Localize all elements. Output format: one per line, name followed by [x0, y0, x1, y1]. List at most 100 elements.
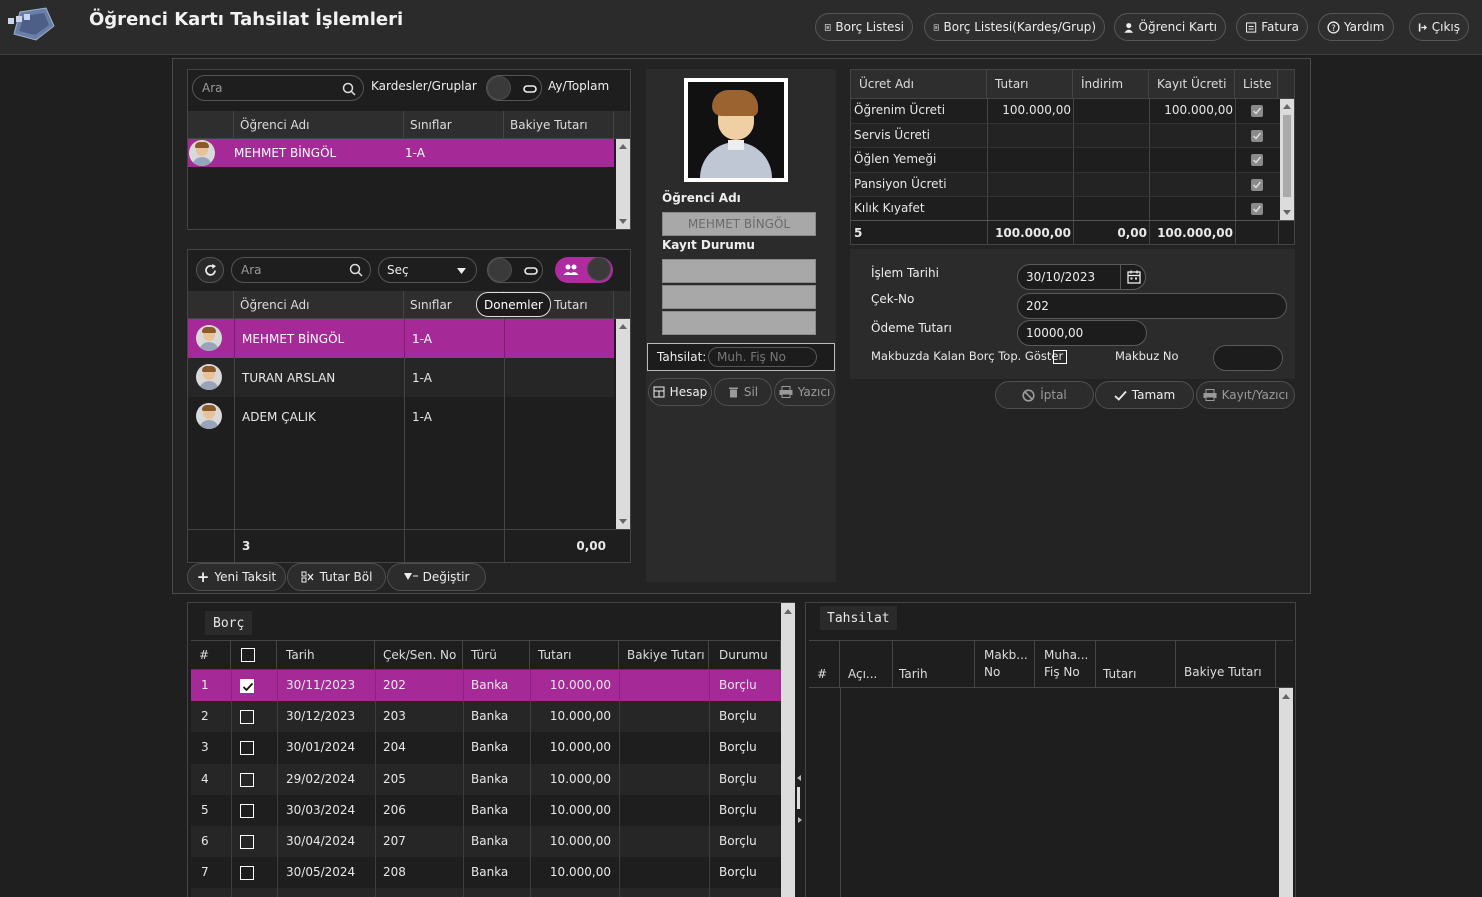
debt-row-checkbox[interactable] — [240, 866, 254, 881]
col-fee-registration[interactable]: Kayıt Ücreti — [1149, 70, 1235, 98]
col-type[interactable]: Türü — [463, 641, 530, 669]
student-search-input[interactable]: Ara — [231, 257, 371, 283]
student-card-button[interactable]: Öğrenci Kartı — [1114, 13, 1226, 41]
col-date[interactable]: Tarih — [277, 641, 375, 669]
calculator-icon — [653, 386, 665, 398]
table-row[interactable]: MEHMET BİNGÖL 1-A — [188, 319, 614, 358]
splitter-handle[interactable] — [797, 775, 802, 825]
fee-list-checkbox[interactable] — [1251, 154, 1263, 166]
debt-row-checkbox[interactable] — [240, 835, 254, 849]
table-row[interactable]: MEHMET BİNGÖL 1-A — [188, 139, 614, 167]
exit-button[interactable]: Çıkış — [1409, 13, 1469, 41]
fee-row[interactable]: Öğrenim Ücreti 100.000,00 100.000,00 — [851, 99, 1280, 124]
debt-row-checkbox[interactable] — [240, 710, 254, 725]
col-fee-name[interactable]: Ücret Adı — [851, 70, 987, 98]
fee-name: Öğlen Yemeği — [854, 152, 937, 166]
col-balance[interactable]: Bakiye Tutarı — [1176, 641, 1276, 687]
col-student-name[interactable]: Öğrenci Adı — [234, 111, 404, 138]
col-no[interactable]: # — [191, 641, 231, 669]
col-date[interactable]: Tarih — [893, 641, 975, 687]
col-class[interactable]: Sınıflar — [404, 111, 504, 138]
split-amount-button[interactable]: Tutar Böl — [287, 563, 386, 591]
fees-scrollbar[interactable] — [1280, 99, 1294, 220]
col-no[interactable]: # — [809, 641, 840, 687]
new-installment-button[interactable]: + Yeni Taksit — [187, 563, 286, 591]
col-voucher-no[interactable]: Muha... Fiş No — [1035, 641, 1096, 687]
check-no-input[interactable]: 202 — [1017, 293, 1287, 319]
debt-list-label: Borç Listesi — [835, 20, 904, 34]
debt-row-checkbox[interactable] — [240, 679, 254, 693]
table-row[interactable]: TURAN ARSLAN 1-A — [188, 358, 614, 397]
change-label: Değiştir — [422, 570, 470, 584]
col-amount[interactable]: Tutarı — [530, 641, 619, 669]
delete-button[interactable]: Sil — [714, 378, 772, 406]
col-balance[interactable]: Bakiye Tutarı — [619, 641, 709, 669]
tahsilat-box: Tahsilat: Muh. Fiş No — [647, 343, 835, 371]
period-select[interactable]: Seç — [378, 257, 477, 283]
select-all-checkbox[interactable] — [241, 648, 255, 662]
ok-button[interactable]: Tamam — [1095, 381, 1194, 409]
table-row[interactable]: 2 30/12/2023 203 Banka 10.000,00 Borçlu — [191, 701, 781, 733]
family-scrollbar[interactable] — [616, 139, 630, 229]
col-status[interactable]: Durumu — [709, 641, 781, 669]
payment-amount-input[interactable]: 10000,00 — [1017, 320, 1147, 346]
student-name-field: MEHMET BİNGÖL — [662, 212, 816, 236]
debt-panel: Borç # Tarih Çek/Sen. No Türü Tutarı Bak… — [187, 602, 795, 897]
fee-list-checkbox[interactable] — [1251, 203, 1263, 215]
col-check-no[interactable]: Çek/Sen. No — [375, 641, 463, 669]
student-scrollbar[interactable] — [616, 319, 630, 529]
col-student-name[interactable]: Öğrenci Adı — [234, 291, 404, 318]
debt-list-group-button[interactable]: Borç Listesi(Kardeş/Grup) — [924, 13, 1105, 41]
title-bar: Öğrenci Kartı Tahsilat İşlemleri Borç Li… — [0, 0, 1482, 55]
save-print-button[interactable]: Kayıt/Yazıcı — [1196, 381, 1295, 409]
debt-row-checkbox[interactable] — [240, 803, 254, 818]
show-remaining-checkbox[interactable] — [1053, 350, 1067, 364]
col-fee-list[interactable]: Liste — [1235, 70, 1278, 98]
col-receipt-no[interactable]: Makb... No — [975, 641, 1035, 687]
receipt-no-input[interactable]: Muh. Fiş No — [708, 347, 817, 367]
table-row[interactable]: ADEM ÇALIK 1-A — [188, 397, 614, 436]
invoice-button[interactable]: Fatura — [1236, 13, 1308, 41]
periods-toggle[interactable] — [487, 257, 543, 283]
col-select[interactable] — [231, 641, 277, 669]
col-balance[interactable]: Bakiye Tutarı — [504, 111, 614, 138]
debt-row-checkbox[interactable] — [240, 772, 254, 787]
fee-list-checkbox[interactable] — [1251, 129, 1263, 142]
table-row[interactable]: 1 30/11/2023 202 Banka 10.000,00 Borçlu — [191, 670, 781, 702]
col-fee-discount[interactable]: İndirim — [1073, 70, 1149, 98]
group-toggle[interactable] — [555, 257, 613, 283]
print-button[interactable]: Yazıcı — [774, 378, 835, 406]
table-row[interactable]: 3 30/01/2024 204 Banka 10.000,00 Borçlu — [191, 732, 781, 764]
collection-scrollbar[interactable] — [1279, 688, 1293, 897]
debt-scrollbar[interactable] — [781, 603, 795, 897]
print-label: Yazıcı — [797, 385, 831, 399]
fee-row[interactable]: Öğlen Yemeği — [851, 148, 1280, 173]
table-row[interactable] — [191, 888, 781, 897]
table-row[interactable]: 7 30/05/2024 208 Banka 10.000,00 Borçlu — [191, 857, 781, 889]
table-row[interactable]: 5 30/03/2024 206 Banka 10.000,00 Borçlu — [191, 794, 781, 826]
col-description[interactable]: Açı... — [840, 641, 893, 687]
account-button[interactable]: Hesap — [648, 378, 712, 406]
check-icon — [1252, 107, 1262, 115]
debt-list-button[interactable]: Borç Listesi — [815, 13, 913, 41]
help-button[interactable]: ? Yardım — [1318, 13, 1394, 41]
fee-list-checkbox[interactable] — [1251, 178, 1263, 191]
col-fee-amount[interactable]: Tutarı — [987, 70, 1073, 98]
cancel-button[interactable]: İptal — [995, 381, 1094, 409]
trash-icon — [728, 387, 738, 398]
col-amount[interactable]: Tutarı — [1096, 641, 1176, 687]
table-row[interactable]: 4 29/02/2024 205 Banka 10.000,00 Borçlu — [191, 763, 781, 795]
table-row[interactable]: 6 30/04/2024 207 Banka 10.000,00 Borçlu — [191, 826, 781, 858]
calendar-button[interactable] — [1120, 264, 1146, 290]
debt-title: Borç — [205, 611, 253, 635]
fee-row[interactable]: Servis Ücreti — [851, 123, 1280, 148]
refresh-button[interactable] — [196, 257, 224, 283]
debt-row-checkbox[interactable] — [240, 741, 254, 756]
fee-row[interactable]: Kılık Kıyafet — [851, 197, 1280, 222]
siblings-month-toggle[interactable] — [486, 75, 542, 101]
fee-list-checkbox[interactable] — [1251, 105, 1263, 117]
family-search-input[interactable]: Ara — [192, 75, 364, 101]
change-button[interactable]: Değiştir — [387, 563, 486, 591]
receipt-no-field[interactable] — [1213, 345, 1283, 371]
fee-row[interactable]: Pansiyon Ücreti — [851, 172, 1280, 197]
